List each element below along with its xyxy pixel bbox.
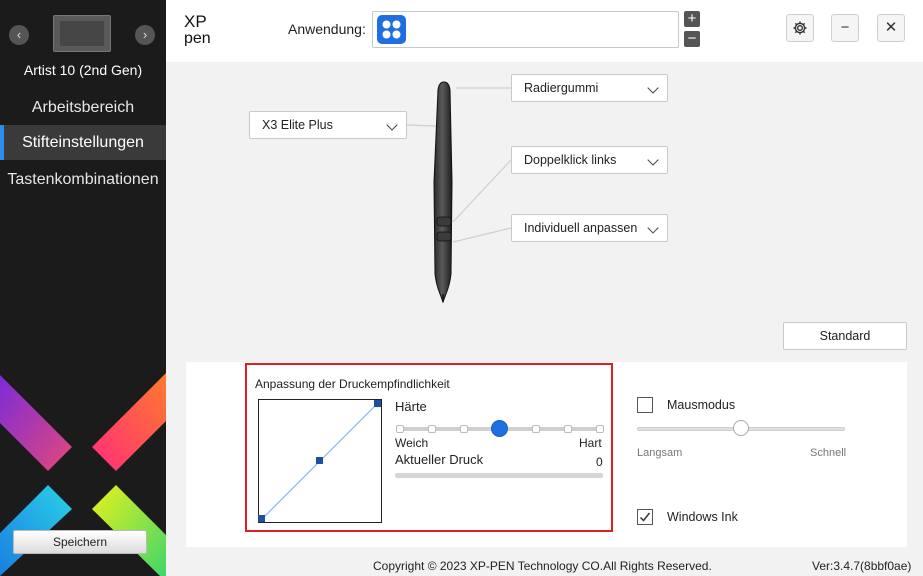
add-application-button[interactable]: + xyxy=(684,11,700,27)
device-name: Artist 10 (2nd Gen) xyxy=(23,62,143,78)
svg-text:XP: XP xyxy=(184,12,207,31)
hardness-slider-knob[interactable] xyxy=(491,420,508,437)
lower-button-dropdown[interactable]: Individuell anpassen xyxy=(511,214,668,242)
remove-application-button[interactable]: − xyxy=(684,31,700,47)
current-pressure-bar xyxy=(395,473,603,478)
lower-button-value: Individuell anpassen xyxy=(524,221,638,235)
curve-mid-handle[interactable] xyxy=(316,457,323,464)
standard-button[interactable]: Standard xyxy=(783,322,907,350)
chevron-down-icon xyxy=(647,82,659,94)
top-bar: XP pen Anwendung: + − − ✕ xyxy=(166,0,923,62)
application-selector[interactable] xyxy=(372,11,679,48)
prev-device-button[interactable]: ‹ xyxy=(9,25,29,45)
current-pressure-value: 0 xyxy=(596,455,603,469)
fast-label: Schnell xyxy=(810,447,847,459)
hard-label: Hart xyxy=(579,436,602,450)
sidebar-item-arbeitsbereich[interactable]: Arbeitsbereich xyxy=(0,90,166,125)
windows-ink-label: Windows Ink xyxy=(667,510,738,524)
settings-button[interactable] xyxy=(786,14,814,42)
sidebar-item-stifteinstellungen[interactable]: Stifteinstellungen xyxy=(0,125,166,160)
save-button[interactable]: Speichern xyxy=(13,530,147,554)
curve-start-handle[interactable] xyxy=(258,515,265,522)
hardness-tick[interactable] xyxy=(428,425,436,433)
hardness-label: Härte xyxy=(395,399,427,414)
curve-end-handle[interactable] xyxy=(374,400,381,407)
pressure-curve-editor[interactable] xyxy=(258,399,382,523)
hardness-tick[interactable] xyxy=(564,425,572,433)
close-button[interactable]: ✕ xyxy=(877,14,905,42)
slow-label: Langsam xyxy=(637,447,683,459)
mouse-speed-slider-knob[interactable] xyxy=(733,420,749,436)
windows-ink-checkbox[interactable] xyxy=(637,509,653,525)
version-text: Ver:3.4.7(8bbf0ae) xyxy=(812,559,912,573)
chevron-down-icon xyxy=(647,222,659,234)
svg-text:pen: pen xyxy=(184,30,211,46)
minimize-button[interactable]: − xyxy=(831,14,859,42)
checkmark-icon xyxy=(639,512,651,522)
hardness-tick[interactable] xyxy=(532,425,540,433)
chevron-down-icon xyxy=(647,154,659,166)
xp-pen-logo: XP pen xyxy=(184,12,211,46)
all-applications-icon[interactable] xyxy=(377,15,406,44)
pressure-sensitivity-title: Anpassung der Druckempfindlichkeit xyxy=(255,377,450,391)
mouse-mode-checkbox[interactable] xyxy=(637,397,653,413)
eraser-function-value: Radiergummi xyxy=(524,81,599,95)
mouse-mode-label: Mausmodus xyxy=(667,398,736,412)
hardness-tick[interactable] xyxy=(596,425,604,433)
gear-icon xyxy=(793,21,807,35)
current-pressure-label: Aktueller Druck xyxy=(395,452,484,467)
hardness-tick[interactable] xyxy=(460,425,468,433)
pen-model-dropdown[interactable]: X3 Elite Plus xyxy=(249,111,407,139)
sidebar-item-tastenkombinationen[interactable]: Tastenkombinationen xyxy=(0,162,166,197)
chevron-down-icon xyxy=(386,119,398,131)
soft-label: Weich xyxy=(395,436,429,450)
application-label: Anwendung: xyxy=(288,21,366,37)
next-device-button[interactable]: › xyxy=(135,25,155,45)
upper-button-dropdown[interactable]: Doppelklick links xyxy=(511,146,668,174)
copyright-text: Copyright © 2023 XP-PEN Technology CO.Al… xyxy=(373,559,712,573)
hardness-tick[interactable] xyxy=(396,425,404,433)
eraser-function-dropdown[interactable]: Radiergummi xyxy=(511,74,668,102)
upper-button-value: Doppelklick links xyxy=(524,153,617,167)
sidebar: ‹ › Artist 10 (2nd Gen) Arbeitsbereich S… xyxy=(0,0,166,576)
pen-model-value: X3 Elite Plus xyxy=(262,118,333,132)
pen-illustration xyxy=(406,81,512,304)
device-thumbnail xyxy=(53,15,111,52)
